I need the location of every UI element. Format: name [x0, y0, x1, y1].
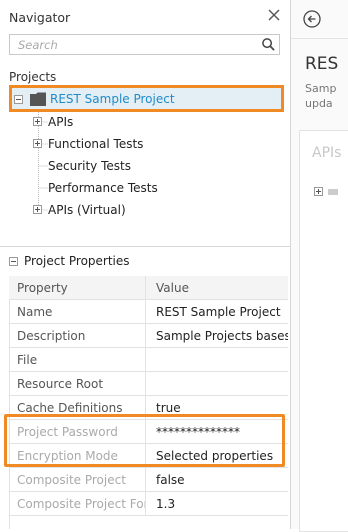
property-value[interactable]: REST Sample Project — [146, 300, 288, 323]
folder-icon — [30, 92, 46, 106]
apis-panel: APIs — [299, 130, 348, 532]
tree-root-label: REST Sample Project — [50, 92, 175, 106]
tree-item-performance-tests[interactable]: Performance Tests — [48, 181, 158, 195]
table-row[interactable]: Composite Project false — [9, 468, 288, 492]
expand-icon[interactable] — [33, 117, 42, 126]
property-name: Composite Project For... — [9, 492, 146, 515]
tree-item-security-tests[interactable]: Security Tests — [48, 159, 131, 173]
property-name: Composite Project — [9, 468, 146, 491]
table-header-row: Property Value — [9, 276, 288, 300]
tree-connector-lines — [38, 112, 48, 211]
expand-icon[interactable] — [33, 205, 42, 214]
property-name: File — [9, 348, 146, 371]
property-name: Description — [9, 324, 146, 347]
tree-item-apis[interactable]: APIs — [48, 115, 73, 129]
table-row[interactable]: File — [9, 348, 288, 372]
editor-toolbar — [291, 0, 348, 39]
property-name: Resource Root — [9, 372, 146, 395]
editor-description-2: upda — [305, 97, 333, 110]
search-icon[interactable] — [261, 37, 276, 52]
property-value[interactable]: false — [146, 468, 288, 491]
property-value[interactable]: 1.3 — [146, 492, 288, 515]
column-header-property[interactable]: Property — [9, 276, 146, 299]
navigator-header: Navigator — [0, 0, 290, 34]
table-row[interactable]: Composite Project For... 1.3 — [9, 492, 288, 516]
table-row[interactable]: Resource Root — [9, 372, 288, 396]
tree-root-project[interactable]: REST Sample Project — [9, 85, 284, 112]
editor-panel: RES Samp upda APIs — [291, 0, 348, 532]
panel-divider[interactable] — [0, 246, 290, 247]
navigator-title: Navigator — [9, 10, 71, 25]
project-properties-title: Project Properties — [24, 254, 130, 268]
property-value[interactable] — [146, 372, 288, 395]
table-row[interactable]: Name REST Sample Project — [9, 300, 288, 324]
editor-description: Samp — [305, 82, 337, 95]
collapse-icon[interactable] — [9, 257, 18, 266]
property-value[interactable]: Sample Projects bases... — [146, 324, 288, 347]
navigator-panel: Navigator Search Projects REST Sample Pr… — [0, 0, 291, 529]
tree-item-functional-tests[interactable]: Functional Tests — [48, 137, 143, 151]
expand-icon[interactable] — [314, 187, 348, 197]
projects-label: Projects — [9, 70, 57, 84]
collapse-icon[interactable] — [14, 95, 23, 104]
expand-icon[interactable] — [33, 139, 42, 148]
column-header-value[interactable]: Value — [146, 276, 288, 299]
project-properties-header[interactable]: Project Properties — [9, 254, 130, 268]
tree-item-apis-virtual[interactable]: APIs (Virtual) — [48, 203, 126, 217]
close-icon[interactable] — [266, 7, 282, 23]
search-placeholder: Search — [18, 38, 58, 52]
search-input[interactable]: Search — [9, 34, 280, 55]
property-name: Name — [9, 300, 146, 323]
table-row[interactable]: Description Sample Projects bases... — [9, 324, 288, 348]
back-arrow-icon[interactable] — [303, 10, 321, 28]
highlight-box-encryption — [4, 414, 285, 467]
editor-title: RES — [305, 54, 339, 74]
apis-section-title: APIs — [312, 145, 342, 161]
property-value[interactable] — [146, 348, 288, 371]
